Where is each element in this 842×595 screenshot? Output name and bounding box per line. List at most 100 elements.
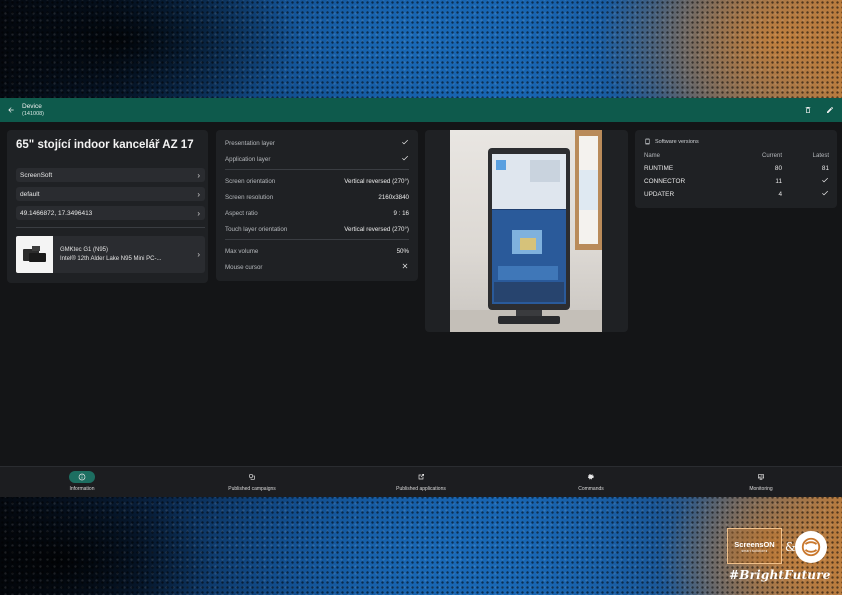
- page-title: Device: [22, 103, 42, 110]
- setting-label: Presentation layer: [225, 139, 275, 147]
- setting-value: 9 : 16: [393, 209, 409, 217]
- brand-name: ScreensON: [734, 539, 775, 549]
- software-name: UPDATER: [644, 190, 675, 198]
- setting-row: Screen resolution 2160x3840: [225, 191, 409, 203]
- table-row: RUNTIME 80 81: [644, 163, 829, 176]
- brand-hashtag: #BrightFuture: [729, 568, 831, 582]
- check-icon: [782, 176, 829, 186]
- pencil-icon: [827, 107, 833, 113]
- device-id: (141008): [22, 111, 45, 117]
- nav-label: Information: [69, 486, 95, 492]
- topbar-heading: Device (141008): [22, 103, 44, 117]
- applications-icon: [408, 471, 434, 483]
- device-photo-card: [425, 130, 628, 332]
- device-info-card: 65" stojící indoor kancelář AZ 17 Screen…: [7, 130, 208, 283]
- device-icon: [645, 138, 650, 145]
- location-label: 49.1466872, 17.3496413: [20, 209, 93, 217]
- bottom-navigation: Information Published campaigns Publishe…: [0, 466, 842, 497]
- nav-published-applications[interactable]: Published applications: [371, 471, 471, 495]
- company-link[interactable]: ScreenSoft ›: [16, 168, 205, 182]
- setting-row: Aspect ratio 9 : 16: [225, 207, 409, 219]
- device-title: 65" stojící indoor kancelář AZ 17: [16, 139, 194, 151]
- software-header: Software versions: [644, 138, 699, 145]
- back-button[interactable]: [0, 98, 22, 122]
- software-name: CONNECTOR: [644, 177, 686, 185]
- setting-label: Application layer: [225, 155, 271, 163]
- monitoring-icon: [748, 471, 774, 483]
- nav-published-campaigns[interactable]: Published campaigns: [202, 471, 302, 495]
- commands-icon: [578, 471, 604, 483]
- hardware-name: GMKtec G1 (N95): [60, 246, 109, 253]
- setting-value: Vertical reversed (270°): [344, 177, 409, 185]
- software-versions-card: Software versions Name Current Latest RU…: [635, 130, 837, 208]
- setting-label: Aspect ratio: [225, 209, 258, 217]
- setting-row: Touch layer orientation Vertical reverse…: [225, 223, 409, 235]
- chevron-right-icon: ›: [197, 189, 200, 199]
- nav-information[interactable]: Information: [32, 471, 132, 495]
- software-current: 4: [778, 190, 782, 198]
- setting-label: Screen resolution: [225, 193, 274, 201]
- check-icon: [401, 154, 409, 164]
- table-row: UPDATER 4: [644, 188, 829, 201]
- column-header: Name: [644, 153, 661, 160]
- divider: [225, 239, 409, 240]
- brand-logo: ScreensON smart solutions & #BrightFutur…: [727, 528, 835, 590]
- group-link[interactable]: default ›: [16, 187, 205, 201]
- table-row: CONNECTOR 11: [644, 175, 829, 188]
- campaigns-icon: [239, 471, 265, 483]
- screenson-logo: ScreensON smart solutions: [727, 528, 782, 564]
- chevron-right-icon: ›: [197, 250, 200, 259]
- setting-label: Touch layer orientation: [225, 225, 288, 233]
- software-name: RUNTIME: [644, 165, 674, 173]
- settings-card: Presentation layer Application layer Scr…: [216, 130, 418, 281]
- setting-value: 2160x3840: [378, 193, 409, 201]
- table-header-row: Name Current Latest: [644, 150, 829, 163]
- software-latest: 81: [821, 165, 829, 173]
- close-icon: [401, 262, 409, 272]
- hardware-item[interactable]: GMKtec G1 (N95) Intel® 12th Alder Lake N…: [16, 236, 205, 273]
- edit-button[interactable]: [824, 104, 836, 116]
- company-label: ScreenSoft: [20, 171, 53, 179]
- setting-row: Application layer: [225, 153, 409, 165]
- check-icon: [782, 189, 829, 199]
- setting-label: Screen orientation: [225, 177, 276, 185]
- nav-label: Published campaigns: [228, 486, 276, 492]
- group-label: default: [20, 190, 40, 198]
- arrow-back-icon: [8, 107, 14, 113]
- setting-value: 50%: [396, 247, 409, 255]
- nav-label: Published applications: [396, 486, 446, 492]
- trash-icon: [805, 107, 811, 113]
- delete-button[interactable]: [802, 104, 814, 116]
- nav-label: Commands: [578, 486, 604, 492]
- nav-commands[interactable]: Commands: [541, 471, 641, 495]
- mini-pc-image: [16, 236, 53, 273]
- brand-subtitle: smart solutions: [741, 548, 768, 553]
- topbar-actions: [802, 104, 842, 116]
- setting-row: Mouse cursor: [225, 261, 409, 273]
- hardware-text: GMKtec G1 (N95) Intel® 12th Alder Lake N…: [53, 246, 161, 264]
- divider: [225, 169, 409, 170]
- setting-label: Max volume: [225, 247, 259, 255]
- chevron-right-icon: ›: [197, 170, 200, 180]
- nav-label: Monitoring: [749, 486, 773, 492]
- setting-row: Screen orientation Vertical reversed (27…: [225, 175, 409, 187]
- setting-row: Presentation layer: [225, 137, 409, 149]
- column-header: Latest: [812, 153, 829, 160]
- partner-logo: [795, 531, 827, 563]
- app-window: Device (141008) 65" stojící indoor kance…: [0, 98, 842, 497]
- setting-value: Vertical reversed (270°): [344, 225, 409, 233]
- setting-label: Mouse cursor: [225, 263, 263, 271]
- software-current: 80: [774, 165, 782, 173]
- divider: [16, 227, 205, 228]
- info-icon: [69, 471, 95, 483]
- device-photo[interactable]: [450, 130, 602, 332]
- location-link[interactable]: 49.1466872, 17.3496413 ›: [16, 206, 205, 220]
- hardware-description: Intel® 12th Alder Lake N95 Mini PC-...: [60, 255, 162, 262]
- software-title: Software versions: [655, 138, 699, 145]
- column-header: Current: [761, 153, 782, 160]
- top-app-bar: Device (141008): [0, 98, 842, 122]
- software-table: Name Current Latest RUNTIME 80 81 CONNEC…: [644, 150, 829, 200]
- chevron-right-icon: ›: [197, 208, 200, 218]
- nav-monitoring[interactable]: Monitoring: [711, 471, 811, 495]
- setting-row: Max volume 50%: [225, 245, 409, 257]
